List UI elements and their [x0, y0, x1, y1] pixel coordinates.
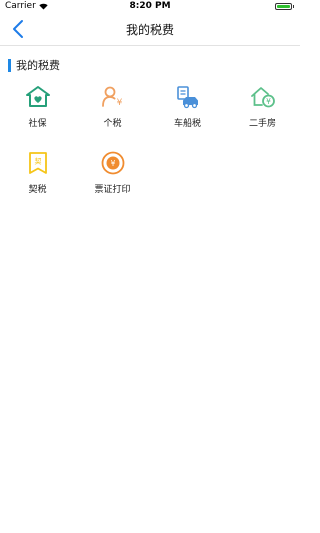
receipt-print-icon: ¥	[101, 151, 124, 175]
battery-icon	[275, 3, 294, 10]
navigation-bar: 我的税费	[0, 14, 300, 46]
tile-label: 社保	[28, 119, 47, 129]
tile-social-insurance[interactable]: 社保	[0, 84, 75, 140]
svg-text:¥: ¥	[110, 159, 115, 168]
status-time: 8:20 PM	[129, 1, 171, 11]
section-header: 我的税费	[8, 57, 60, 73]
section-accent-bar	[8, 58, 11, 72]
tile-receipt-print[interactable]: ¥ 票证打印	[75, 150, 150, 206]
page-title: 我的税费	[125, 23, 174, 37]
social-insurance-icon	[25, 86, 50, 107]
battery-level	[277, 5, 290, 8]
status-bar: Carrier 8:20 PM	[0, 0, 300, 14]
tile-label: 个税	[103, 119, 122, 129]
tile-label: 车船税	[173, 119, 201, 129]
tile-personal-tax[interactable]: ¥ 个税	[75, 84, 150, 140]
tile-vehicle-tax[interactable]: 车船税	[150, 84, 225, 140]
deed-tax-icon: 契	[28, 152, 47, 174]
tile-label: 契税	[28, 185, 47, 195]
second-hand-house-icon: ¥	[250, 87, 275, 108]
tile-label: 二手房	[248, 119, 276, 129]
tile-label: 票证打印	[94, 185, 131, 195]
personal-tax-icon: ¥	[101, 86, 122, 108]
tile-deed-tax[interactable]: 契 契税	[0, 150, 75, 206]
tile-second-hand-house[interactable]: ¥ 二手房	[225, 84, 300, 140]
section-title: 我的税费	[16, 59, 60, 72]
svg-text:契: 契	[34, 157, 41, 166]
svg-text:¥: ¥	[116, 98, 122, 108]
svg-text:¥: ¥	[266, 97, 271, 106]
vehicle-tax-icon	[176, 86, 198, 109]
